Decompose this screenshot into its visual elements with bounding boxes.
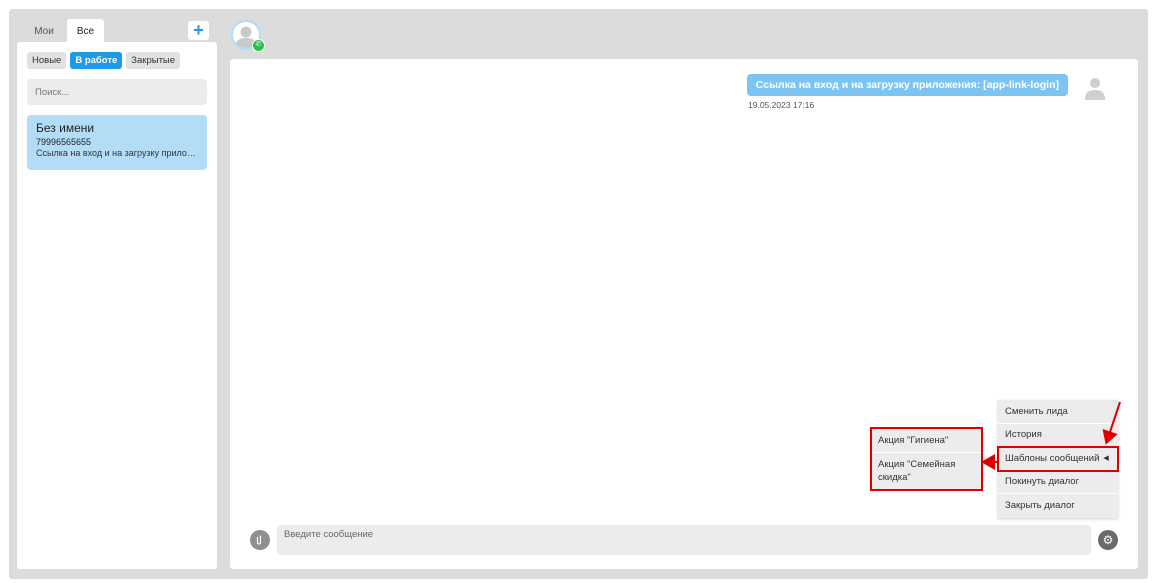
filter-in-progress[interactable]: В работе (70, 52, 123, 69)
tab-my[interactable]: Мои (22, 19, 66, 43)
caret-left-icon: ◀ (1103, 455, 1109, 463)
menu-item-label: Закрыть диалог (1005, 500, 1075, 512)
message-bubble: Ссылка на вход и на загрузку приложения:… (746, 74, 1068, 96)
template-item-family-discount[interactable]: Акция "Семейная скидка" (872, 453, 981, 489)
menu-item-close-dialog[interactable]: Закрыть диалог (998, 494, 1118, 518)
menu-item-history[interactable]: История (998, 424, 1118, 447)
status-filters: Новые В работе Закрытые (27, 52, 181, 69)
filter-closed[interactable]: Закрытые (126, 52, 181, 69)
attach-icon[interactable] (250, 530, 270, 550)
template-item-hygiene[interactable]: Акция "Гигиена" (872, 429, 981, 453)
message-input[interactable] (277, 525, 1091, 555)
menu-item-label: Шаблоны сообщений (1005, 452, 1100, 464)
tab-all[interactable]: Все (67, 19, 104, 43)
chat-context-menu: Сменить лида История Шаблоны сообщений ◀ … (997, 400, 1119, 518)
menu-item-label: История (1005, 429, 1042, 441)
filter-new[interactable]: Новые (27, 52, 67, 69)
menu-item-message-templates[interactable]: Шаблоны сообщений ◀ (997, 446, 1119, 472)
search-input[interactable] (27, 79, 207, 105)
menu-item-change-lead[interactable]: Сменить лида (998, 400, 1118, 424)
whatsapp-icon: ✆ (252, 39, 265, 52)
templates-submenu: Акция "Гигиена" Акция "Семейная скидка" (870, 427, 983, 491)
message-time: 19.05.2023 17:16 (748, 100, 815, 110)
add-dialog-button[interactable]: + (188, 21, 209, 40)
dialog-phone: 79996565655 (36, 137, 92, 147)
menu-item-leave-dialog[interactable]: Покинуть диалог (998, 471, 1118, 494)
sender-avatar-icon (1084, 76, 1106, 100)
dialog-list-item[interactable]: Без имени 79996565655 Ссылка на вход и н… (27, 115, 207, 170)
dialog-list-panel: Новые В работе Закрытые Без имени 799965… (17, 42, 217, 569)
dialog-name: Без имени (36, 121, 95, 135)
gear-icon[interactable]: ⚙ (1098, 530, 1118, 550)
menu-item-label: Покинуть диалог (1005, 476, 1080, 488)
dialog-preview: Ссылка на вход и на загрузку приложения:… (36, 148, 198, 158)
menu-item-label: Сменить лида (1005, 405, 1068, 417)
